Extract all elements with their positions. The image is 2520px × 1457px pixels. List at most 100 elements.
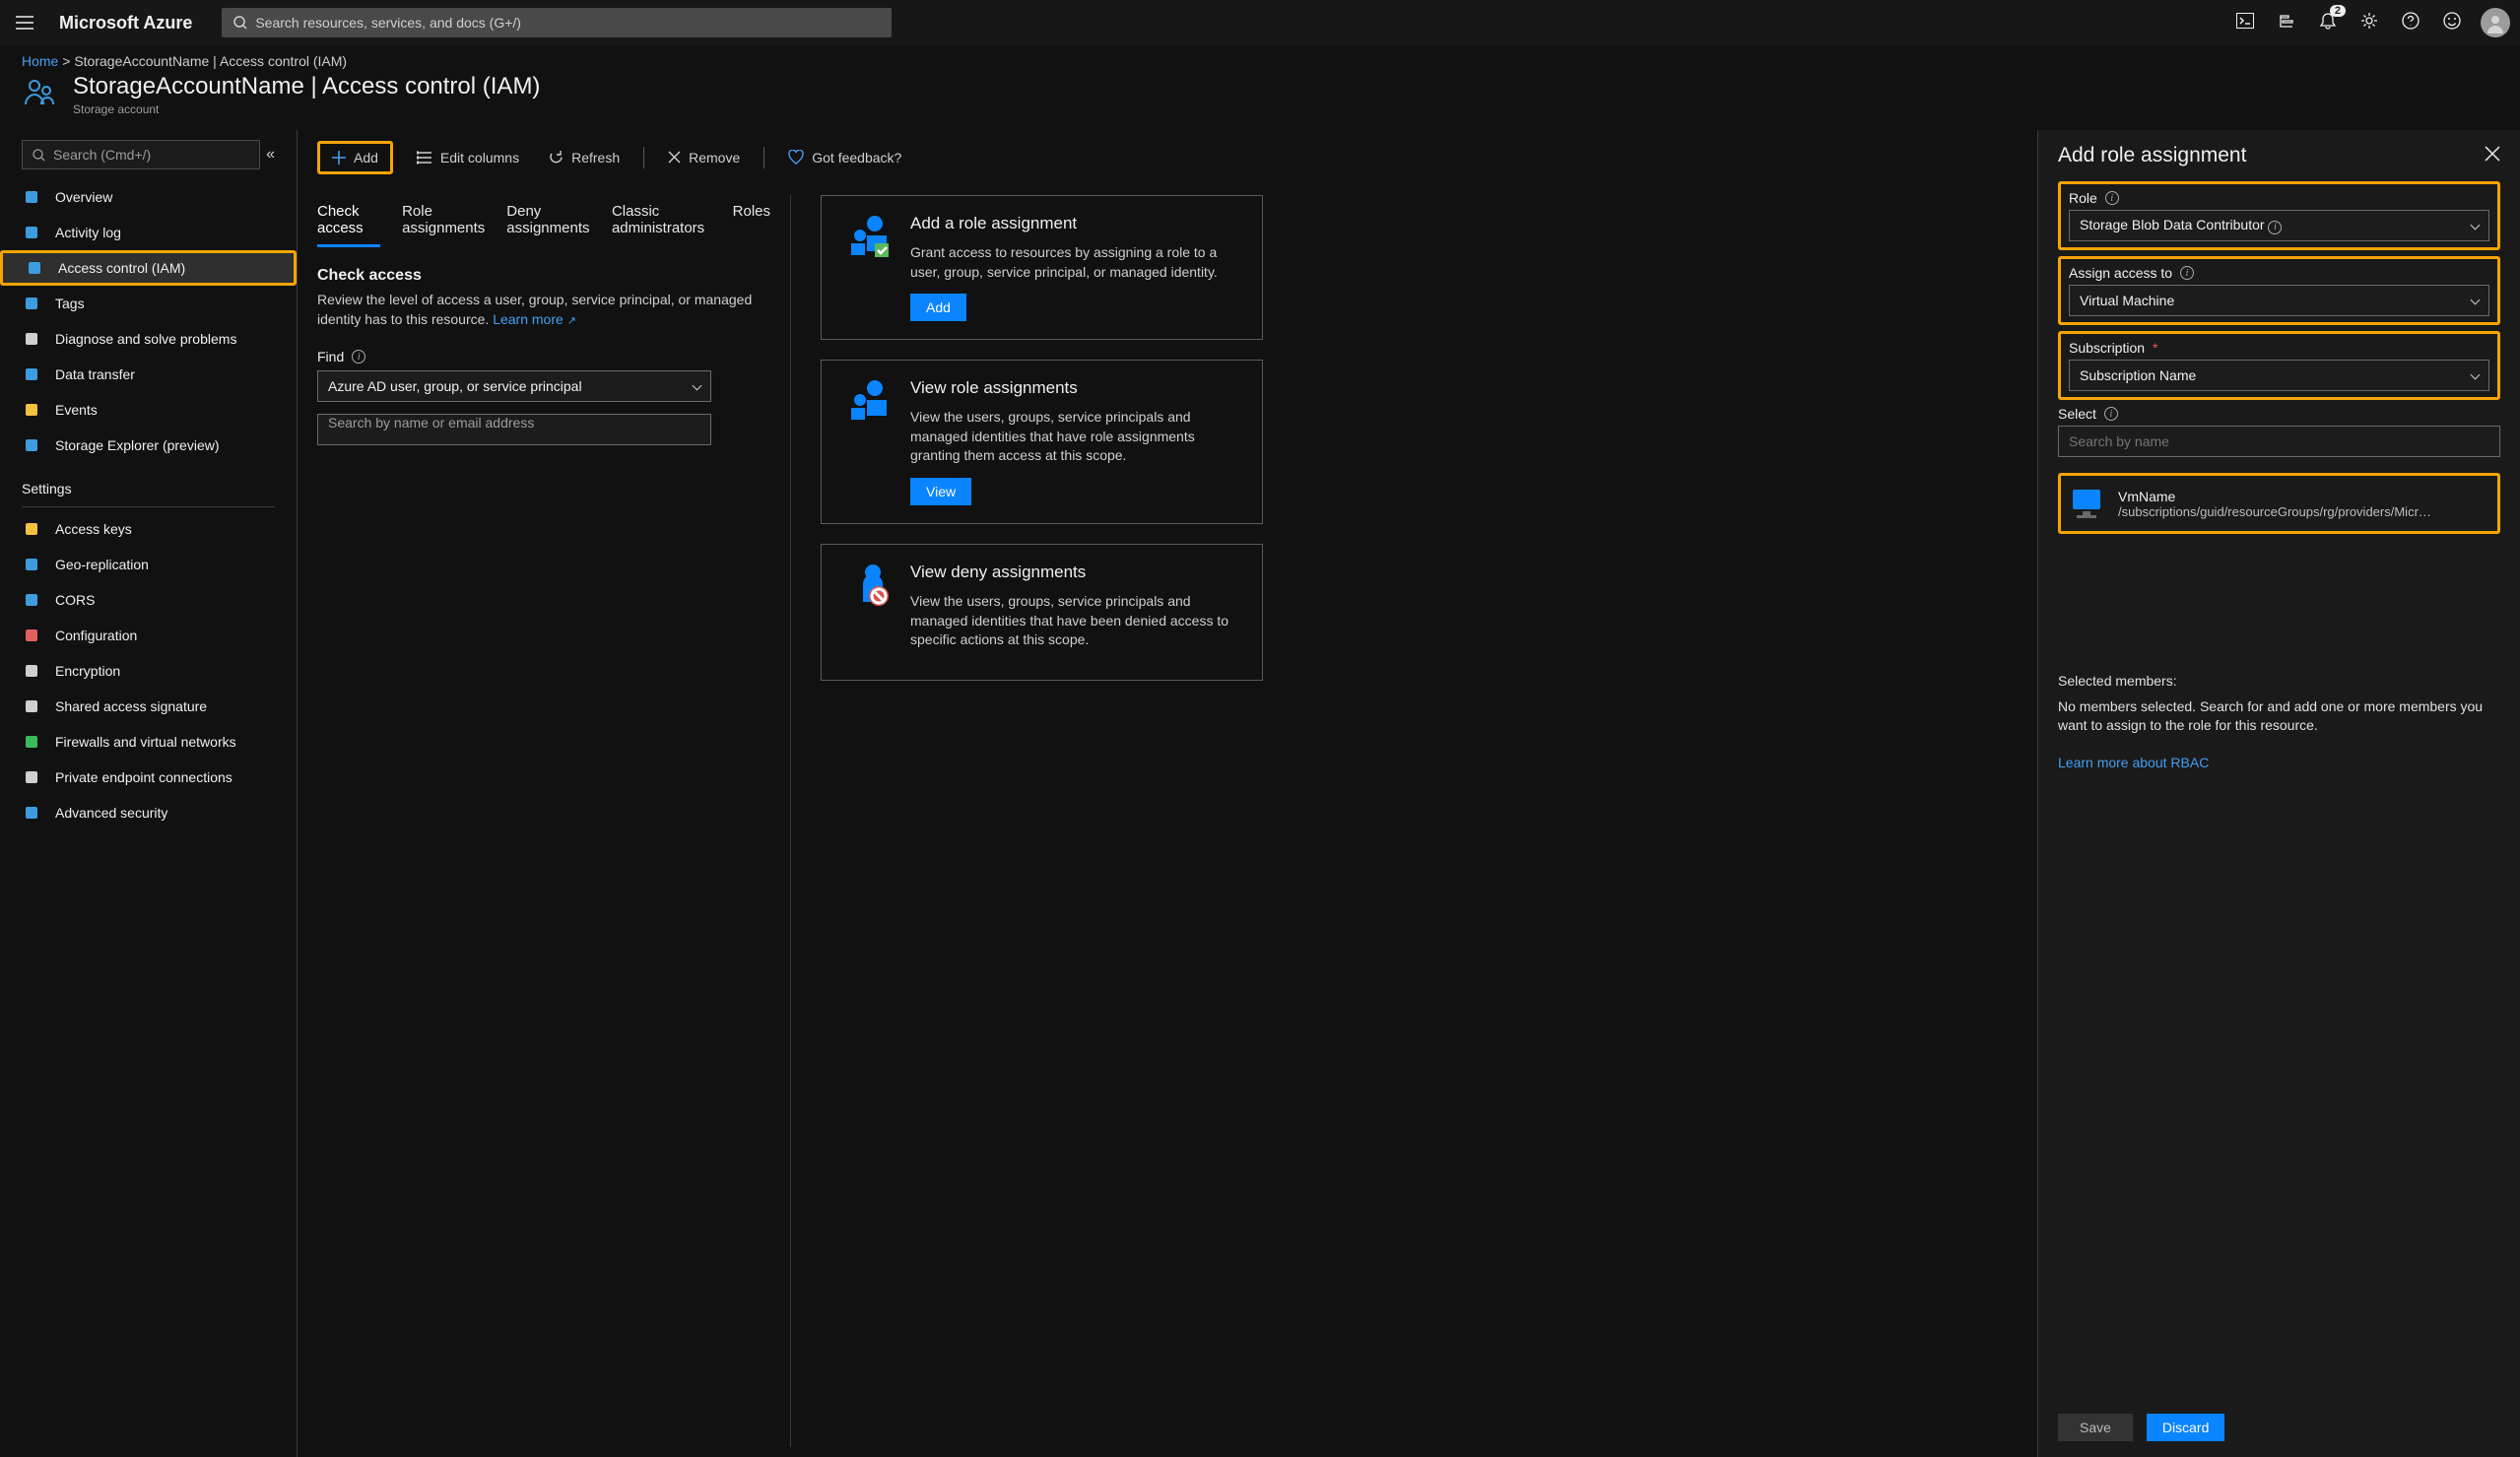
tab-roles[interactable]: Roles bbox=[733, 195, 770, 247]
sidebar-item-events[interactable]: Events bbox=[0, 392, 297, 428]
nav-item-label: CORS bbox=[55, 592, 95, 608]
find-dropdown[interactable]: Azure AD user, group, or service princip… bbox=[317, 370, 711, 402]
tab-deny-assignments[interactable]: Deny assignments bbox=[506, 195, 590, 247]
feedback-button[interactable]: Got feedback? bbox=[782, 146, 907, 169]
find-search-input[interactable]: Search by name or email address bbox=[317, 414, 711, 445]
sidebar-item-data-transfer[interactable]: Data transfer bbox=[0, 357, 297, 392]
cards-column: Add a role assignment Grant access to re… bbox=[790, 195, 1263, 1447]
tab-classic-admins[interactable]: Classic administrators bbox=[612, 195, 711, 247]
subscription-dropdown[interactable]: Subscription Name bbox=[2069, 360, 2489, 391]
x-icon bbox=[668, 151, 681, 164]
card-add-btn[interactable]: Add bbox=[910, 294, 966, 321]
notifications-icon[interactable]: 2 bbox=[2319, 12, 2337, 34]
learn-more-link[interactable]: Learn more ↗ bbox=[493, 311, 576, 327]
nav-item-label: Shared access signature bbox=[55, 698, 207, 714]
info-icon[interactable]: i bbox=[352, 350, 365, 364]
assign-access-dropdown[interactable]: Virtual Machine bbox=[2069, 285, 2489, 316]
nav-item-label: Encryption bbox=[55, 663, 120, 679]
nav-item-icon bbox=[22, 366, 41, 382]
edit-columns-button[interactable]: Edit columns bbox=[411, 146, 525, 169]
external-link-icon: ↗ bbox=[567, 315, 576, 327]
sidebar-item-access-control-iam-[interactable]: Access control (IAM) bbox=[0, 250, 297, 286]
sidebar-item-private-endpoint-connections[interactable]: Private endpoint connections bbox=[0, 760, 297, 795]
global-search[interactable]: Search resources, services, and docs (G+… bbox=[222, 8, 892, 37]
directories-icon[interactable] bbox=[2278, 12, 2295, 34]
save-button[interactable]: Save bbox=[2058, 1414, 2133, 1441]
discard-button[interactable]: Discard bbox=[2147, 1414, 2224, 1441]
sidebar-item-encryption[interactable]: Encryption bbox=[0, 653, 297, 689]
nav-item-label: Events bbox=[55, 402, 98, 418]
add-button[interactable]: Add bbox=[317, 141, 393, 174]
close-panel-button[interactable] bbox=[2485, 146, 2500, 166]
refresh-icon bbox=[549, 150, 564, 165]
tab-check-access[interactable]: Check access bbox=[317, 195, 380, 247]
sidebar-item-configuration[interactable]: Configuration bbox=[0, 618, 297, 653]
help-icon[interactable] bbox=[2402, 12, 2420, 34]
brand-label[interactable]: Microsoft Azure bbox=[59, 13, 192, 33]
info-icon[interactable]: i bbox=[2180, 266, 2194, 280]
avatar[interactable] bbox=[2481, 8, 2510, 37]
card-desc: View the users, groups, service principa… bbox=[910, 592, 1238, 650]
search-icon bbox=[233, 16, 247, 30]
sidebar-item-shared-access-signature[interactable]: Shared access signature bbox=[0, 689, 297, 724]
feedback-face-icon[interactable] bbox=[2443, 12, 2461, 34]
card-desc: Grant access to resources by assigning a… bbox=[910, 243, 1238, 282]
nav-item-icon bbox=[22, 402, 41, 418]
nav-item-icon bbox=[22, 628, 41, 643]
tabs: Check access Role assignments Deny assig… bbox=[317, 195, 770, 247]
selected-heading: Selected members: bbox=[2058, 672, 2500, 692]
add-role-icon bbox=[845, 214, 891, 259]
nav-item-label: Firewalls and virtual networks bbox=[55, 734, 236, 750]
info-icon[interactable]: i bbox=[2104, 407, 2118, 421]
remove-button[interactable]: Remove bbox=[662, 146, 746, 169]
sidebar-item-tags[interactable]: Tags bbox=[0, 286, 297, 321]
breadcrumb-home[interactable]: Home bbox=[22, 53, 58, 69]
member-result[interactable]: VmName /subscriptions/guid/resourceGroup… bbox=[2058, 473, 2500, 534]
select-search-input[interactable] bbox=[2058, 426, 2500, 457]
vm-icon bbox=[2069, 486, 2104, 521]
add-role-panel: Add role assignment Rolei Storage Blob D… bbox=[2037, 130, 2520, 1457]
nav-item-label: Access keys bbox=[55, 521, 132, 537]
sidebar-item-overview[interactable]: Overview bbox=[0, 179, 297, 215]
sidebar-item-cors[interactable]: CORS bbox=[0, 582, 297, 618]
nav-item-icon bbox=[22, 663, 41, 679]
info-icon[interactable]: i bbox=[2105, 191, 2119, 205]
chevron-down-icon bbox=[2471, 220, 2481, 230]
role-dropdown[interactable]: Storage Blob Data Contributor i bbox=[2069, 210, 2489, 241]
sidebar-section-settings: Settings bbox=[0, 463, 297, 502]
sidebar-collapse[interactable]: « bbox=[266, 146, 275, 164]
settings-icon[interactable] bbox=[2360, 12, 2378, 34]
hamburger-menu[interactable] bbox=[10, 16, 39, 30]
role-field: Rolei Storage Blob Data Contributor i bbox=[2058, 181, 2500, 250]
nav-item-label: Data transfer bbox=[55, 366, 135, 382]
sidebar-item-firewalls-and-virtual-networks[interactable]: Firewalls and virtual networks bbox=[0, 724, 297, 760]
nav-item-label: Geo-replication bbox=[55, 557, 149, 572]
nav-item-icon bbox=[22, 331, 41, 347]
tab-role-assignments[interactable]: Role assignments bbox=[402, 195, 485, 247]
sidebar-item-diagnose-and-solve-problems[interactable]: Diagnose and solve problems bbox=[0, 321, 297, 357]
nav-item-icon bbox=[22, 805, 41, 821]
sidebar-item-geo-replication[interactable]: Geo-replication bbox=[0, 547, 297, 582]
sidebar-item-activity-log[interactable]: Activity log bbox=[0, 215, 297, 250]
card-view-btn[interactable]: View bbox=[910, 478, 971, 505]
select-field: Selecti bbox=[2058, 406, 2500, 457]
nav-item-icon bbox=[22, 557, 41, 572]
rbac-link[interactable]: Learn more about RBAC bbox=[2058, 755, 2209, 770]
nav-item-icon bbox=[22, 437, 41, 453]
breadcrumb-tail: StorageAccountName | Access control (IAM… bbox=[74, 53, 347, 69]
refresh-button[interactable]: Refresh bbox=[543, 146, 626, 169]
chevron-down-icon bbox=[693, 380, 702, 390]
page-title: StorageAccountName | Access control (IAM… bbox=[73, 73, 540, 100]
sidebar-search[interactable]: Search (Cmd+/) bbox=[22, 140, 260, 169]
nav-item-icon bbox=[22, 769, 41, 785]
sidebar-item-advanced-security[interactable]: Advanced security bbox=[0, 795, 297, 830]
info-icon[interactable]: i bbox=[2268, 221, 2282, 234]
nav-item-icon bbox=[22, 189, 41, 205]
hamburger-icon bbox=[16, 16, 33, 30]
nav-item-icon bbox=[22, 698, 41, 714]
panel-title: Add role assignment bbox=[2058, 144, 2246, 167]
sidebar-item-access-keys[interactable]: Access keys bbox=[0, 511, 297, 547]
sidebar-item-storage-explorer-preview-[interactable]: Storage Explorer (preview) bbox=[0, 428, 297, 463]
cloud-shell-icon[interactable] bbox=[2236, 13, 2254, 33]
nav-item-label: Storage Explorer (preview) bbox=[55, 437, 220, 453]
